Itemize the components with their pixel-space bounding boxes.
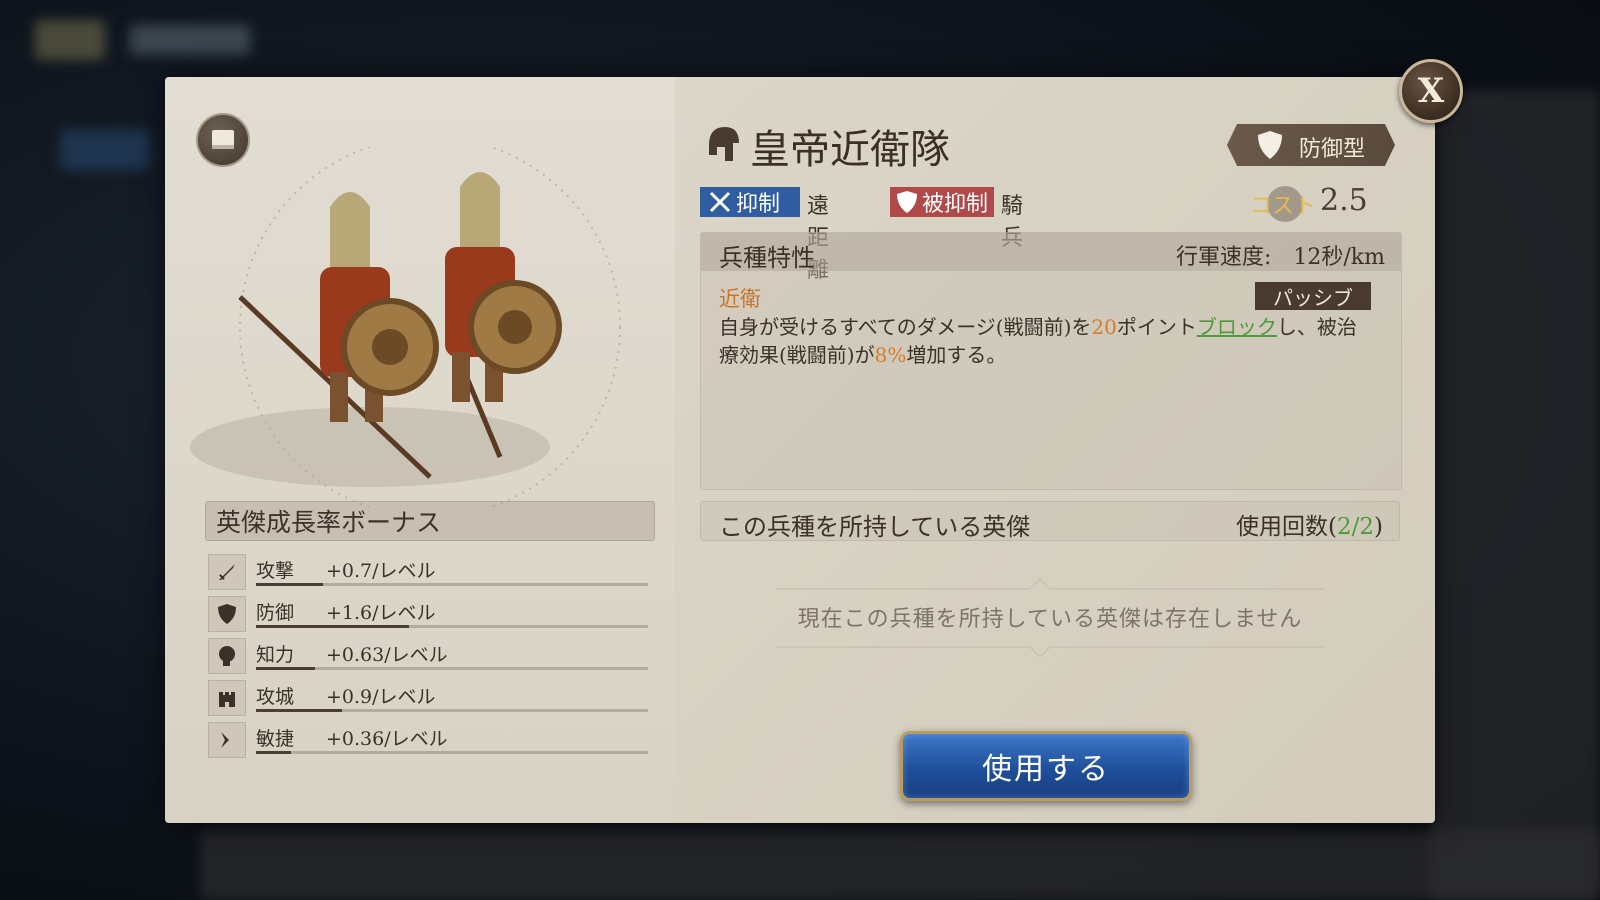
march-speed: 行軍速度: 12秒/km [1175, 245, 1385, 270]
countered-tag: 被抑制 [890, 187, 994, 217]
empty-heroes-message: 現在この兵種を所持している英傑は存在しません [797, 607, 1303, 632]
desc-text: 自身が受けるすべてのダメージ(戦闘前)を [719, 315, 1092, 339]
usage-count: 使用回数(2/2) [1236, 507, 1383, 541]
shield-icon [897, 191, 917, 213]
stat-label: 防御 [256, 602, 295, 624]
stat-bar [256, 583, 648, 586]
block-keyword-link[interactable]: ブロック [1197, 315, 1277, 339]
stat-bar-fill [256, 709, 343, 712]
skill-description: 自身が受けるすべてのダメージ(戦闘前)を20ポイントブロックし、被治療効果(戦闘… [719, 313, 1369, 369]
desc-value-heal: 8% [874, 343, 907, 367]
unit-detail-modal: 英傑成長率ボーナス 攻撃 +0.7/レベル 防御 +1.6/レベル 知力 +0.… [165, 77, 1435, 823]
usage-prefix: 使用回数( [1236, 514, 1337, 540]
stat-bar [256, 667, 648, 670]
desc-text: 増加する。 [906, 343, 1007, 367]
unit-traits-panel: 兵種特性 行軍速度: 12秒/km 近衛 パッシブ 自身が受けるすべてのダメージ… [700, 232, 1402, 490]
sword-icon [208, 554, 246, 590]
stat-bar-fill [256, 667, 315, 670]
stat-label: 攻撃 [256, 560, 295, 582]
castle-icon [208, 680, 246, 716]
stat-value: +0.63/レベル [326, 644, 448, 666]
shield-icon [208, 596, 246, 632]
helmet-icon [709, 127, 739, 161]
boot-icon [208, 722, 246, 758]
growth-bonus-header: 英傑成長率ボーナス [205, 501, 655, 541]
countered-tag-label: 被抑制 [922, 192, 989, 217]
skill-name: 近衛 [719, 287, 761, 311]
stat-bar-fill [256, 751, 292, 754]
usage-suffix: ) [1374, 514, 1383, 540]
close-button[interactable]: X [1399, 59, 1463, 123]
owned-heroes-title: この兵種を所持している英傑 [719, 513, 1031, 541]
stat-row-defense: 防御 +1.6/レベル [208, 594, 648, 634]
stat-bar [256, 625, 648, 628]
crossed-swords-icon [709, 191, 731, 213]
stat-value: +0.7/レベル [326, 560, 436, 582]
stat-label: 知力 [256, 644, 295, 666]
desc-value-block: 20 [1091, 315, 1117, 339]
owned-heroes-header: この兵種を所持している英傑 使用回数(2/2) [700, 501, 1400, 541]
background-logo [35, 20, 105, 60]
stat-value: +0.9/レベル [326, 686, 436, 708]
stat-bar-fill [256, 583, 323, 586]
cost-label: コスト [1250, 194, 1317, 219]
stat-row-agility: 敏捷 +0.36/レベル [208, 720, 648, 760]
usage-value: 2/2 [1337, 514, 1375, 540]
unit-artwork [190, 147, 621, 507]
stat-label: 攻城 [256, 686, 295, 708]
stat-row-intelligence: 知力 +0.63/レベル [208, 636, 648, 676]
stat-label: 敏捷 [256, 728, 295, 750]
counter-tag-label: 抑制 [736, 192, 781, 217]
stat-bar-fill [256, 625, 409, 628]
stat-bar [256, 751, 648, 754]
desc-text: ポイント [1116, 315, 1197, 339]
unit-type-badge: 防御型 [1227, 124, 1395, 166]
unit-type-label: 防御型 [1299, 137, 1366, 162]
background-bottom-blur [200, 830, 1600, 900]
background-sidebar-blur [60, 130, 150, 170]
stat-value: +1.6/レベル [326, 602, 436, 624]
stat-row-attack: 攻撃 +0.7/レベル [208, 552, 648, 592]
background-title-blur [130, 25, 250, 55]
shield-icon [1258, 131, 1282, 159]
stat-value: +0.36/レベル [326, 728, 448, 750]
traits-header: 兵種特性 行軍速度: 12秒/km [701, 233, 1401, 272]
background-right-blur [1430, 90, 1600, 900]
cost-value: 2.5 [1320, 183, 1368, 218]
passive-badge: パッシブ [1255, 282, 1371, 310]
stat-bar [256, 709, 648, 712]
unit-name: 皇帝近衛隊 [750, 127, 950, 173]
traits-title: 兵種特性 [719, 244, 815, 272]
use-button[interactable]: 使用する [900, 731, 1192, 801]
stat-row-siege: 攻城 +0.9/レベル [208, 678, 648, 718]
counter-tag: 抑制 [700, 187, 800, 217]
head-icon [208, 638, 246, 674]
